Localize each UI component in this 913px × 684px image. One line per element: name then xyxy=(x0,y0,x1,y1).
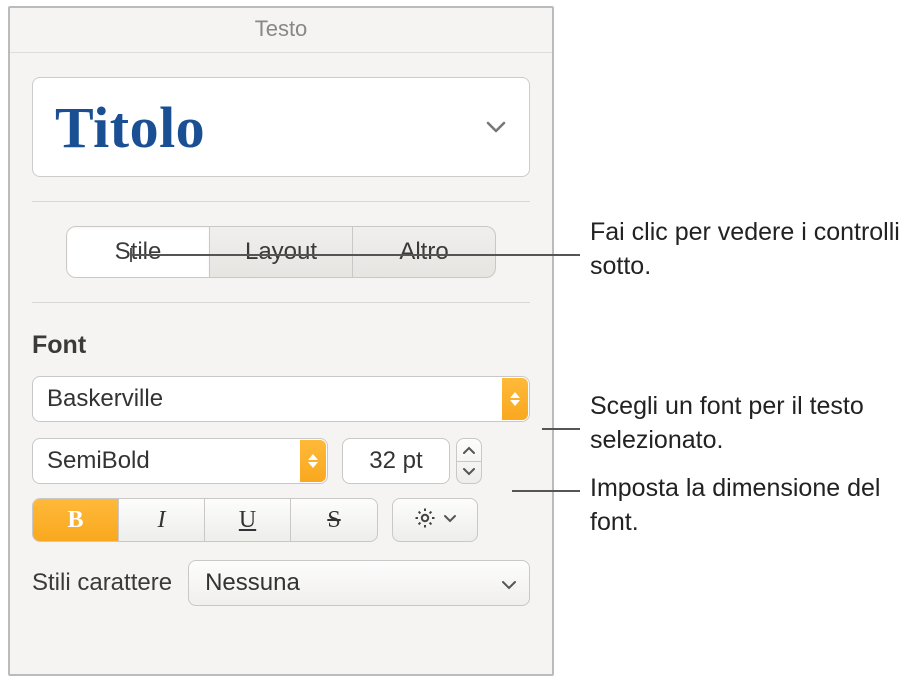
strikethrough-button[interactable]: S xyxy=(291,499,377,541)
font-size-step-down[interactable] xyxy=(457,462,481,484)
text-inspector-panel: Testo Titolo Stile Layout Altro Font Bas… xyxy=(8,6,554,676)
callout-font: Scegli un font per il testo selezionato. xyxy=(590,390,913,458)
font-family-popup[interactable]: Baskerville xyxy=(32,376,530,422)
font-size-value: 32 pt xyxy=(369,447,422,475)
text-style-button-group: B I U S xyxy=(32,498,378,542)
tab-style[interactable]: Stile xyxy=(67,227,210,277)
chevron-down-icon xyxy=(443,511,457,529)
font-weight-value: SemiBold xyxy=(47,447,150,475)
stepper-handle-icon xyxy=(502,378,528,420)
callout-leader xyxy=(130,254,580,256)
panel-title: Testo xyxy=(10,8,552,53)
character-styles-label: Stili carattere xyxy=(32,569,172,597)
font-size-control: 32 pt xyxy=(342,438,482,484)
character-styles-value: Nessuna xyxy=(205,569,300,597)
tab-layout[interactable]: Layout xyxy=(210,227,353,277)
italic-button[interactable]: I xyxy=(119,499,205,541)
callout-tabs: Fai clic per vedere i controlli sotto. xyxy=(590,216,913,284)
stepper-handle-icon xyxy=(300,440,326,482)
callout-leader xyxy=(542,428,580,430)
font-size-field[interactable]: 32 pt xyxy=(342,438,450,484)
font-family-value: Baskerville xyxy=(47,385,163,413)
underline-button[interactable]: U xyxy=(205,499,291,541)
tab-more[interactable]: Altro xyxy=(353,227,495,277)
bold-button[interactable]: B xyxy=(33,499,119,541)
chevron-down-icon xyxy=(485,120,507,134)
callout-size: Imposta la dimensione del font. xyxy=(590,472,913,540)
gear-icon xyxy=(413,506,437,535)
divider xyxy=(32,302,530,303)
divider xyxy=(32,201,530,202)
paragraph-style-name: Titolo xyxy=(55,94,205,161)
advanced-options-button[interactable] xyxy=(392,498,478,542)
font-weight-popup[interactable]: SemiBold xyxy=(32,438,328,484)
character-styles-popup[interactable]: Nessuna xyxy=(188,560,530,606)
font-size-step-up[interactable] xyxy=(457,439,481,462)
font-section-label: Font xyxy=(32,331,530,360)
callout-leader xyxy=(512,490,580,492)
chevron-down-icon xyxy=(501,569,517,597)
paragraph-style-popup[interactable]: Titolo xyxy=(32,77,530,177)
font-size-stepper xyxy=(456,438,482,484)
